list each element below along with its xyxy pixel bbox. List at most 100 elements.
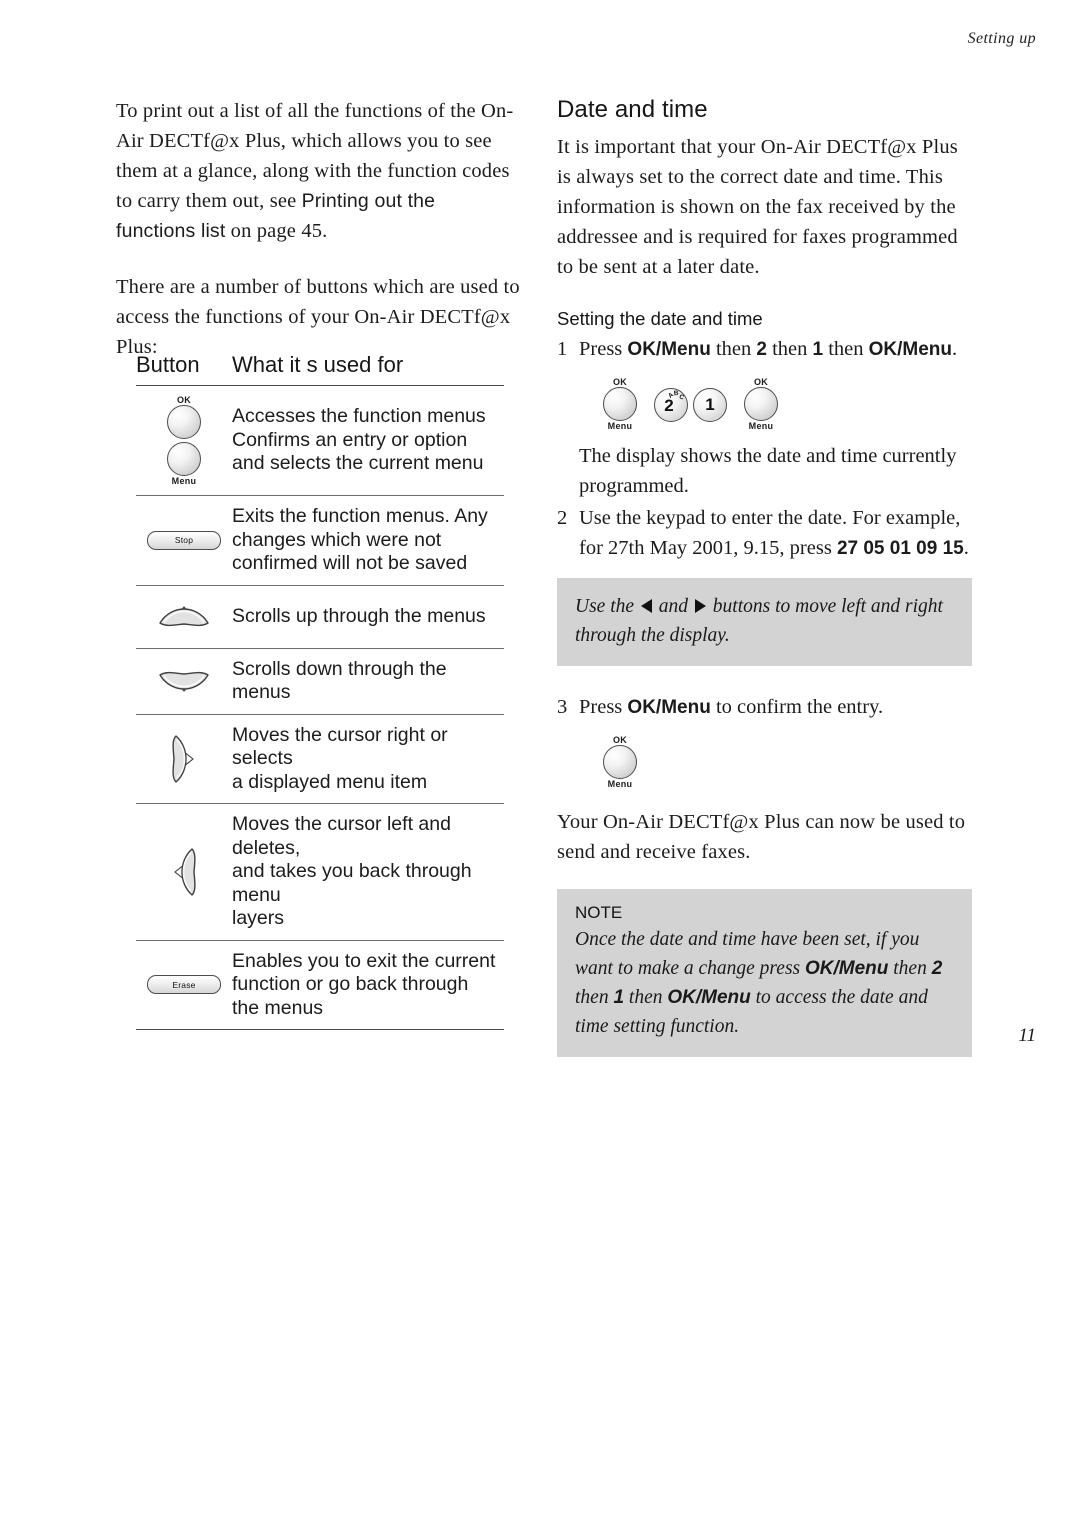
description-line: layers xyxy=(232,907,285,929)
description-line: changes which were not xyxy=(232,528,442,551)
note-text-part: then xyxy=(888,958,932,979)
table-header-usage: What it s used for xyxy=(232,352,404,377)
description-line: and selects the current menu xyxy=(232,452,484,475)
table-row: Scrolls up through the menus xyxy=(136,586,504,648)
document-page: Setting up To print out a list of all th… xyxy=(0,0,1080,1528)
erase-label: Erase xyxy=(172,979,196,990)
note-text-part: then xyxy=(575,987,614,1008)
tip-text-part: Use the xyxy=(575,596,639,617)
key-ok-menu: OK/Menu xyxy=(805,958,889,979)
subheading-setting-the-date-and-time: Setting the date and time xyxy=(557,308,763,329)
step-text-part: Press xyxy=(579,338,628,360)
paragraph-buttons-intro: There are a number of buttons which are … xyxy=(116,272,520,362)
key-digit: 1 xyxy=(705,395,715,414)
key-ok-menu: OK/Menu xyxy=(627,697,711,718)
note-text-part: then xyxy=(624,987,668,1008)
ok-menu-button-icon: OK Menu xyxy=(591,735,649,789)
step-3-key-sequence: OK Menu xyxy=(591,735,972,789)
menu-label: Menu xyxy=(607,779,633,789)
ok-menu-key-circle-icon xyxy=(603,745,637,779)
cursor-right-button-icon xyxy=(172,735,194,783)
paragraph-text-after: on page 45. xyxy=(225,220,328,242)
step-text: Press OK/Menu to confirm the entry. xyxy=(579,692,972,723)
table-cell-button xyxy=(136,845,232,899)
step-1-result-text: The display shows the date and time curr… xyxy=(579,445,957,497)
key-1: 1 xyxy=(812,339,824,360)
description-line: Moves the cursor right or selects xyxy=(232,723,448,770)
key-2: 2 xyxy=(756,339,767,360)
ok-label: OK xyxy=(612,735,628,745)
step-number: 1 xyxy=(557,338,568,360)
description-line: Scrolls up through the menus xyxy=(232,604,486,627)
menu-label: Menu xyxy=(607,421,633,431)
keypad-key-2: 2 A B C xyxy=(654,377,688,422)
note-label: NOTE xyxy=(575,903,623,922)
ok-menu-button-icon: OK Menu xyxy=(155,395,213,486)
step-text: Press OK/Menu then 2 then 1 then OK/Menu… xyxy=(579,334,972,365)
page-number: 11 xyxy=(1018,1025,1036,1046)
table-row: Stop Exits the function menus. Any chang… xyxy=(136,496,504,585)
paragraph-text: There are a number of buttons which are … xyxy=(116,276,520,358)
step-text-part: to confirm the entry. xyxy=(710,696,884,718)
description-line: Enables you to exit the current xyxy=(232,949,496,972)
keypad-key-1: 1 xyxy=(693,377,727,422)
paragraph-print-functions: To print out a list of all the functions… xyxy=(116,96,520,246)
left-column: To print out a list of all the functions… xyxy=(116,96,520,362)
step-1: 1 Press OK/Menu then 2 then 1 then OK/Me… xyxy=(557,334,972,365)
description-line: Moves the cursor left and deletes, xyxy=(232,813,451,859)
step-3: 3 Press OK/Menu to confirm the entry. xyxy=(557,692,972,723)
table-cell-button xyxy=(136,667,232,695)
table-cell-description: Exits the function menus. Any changes wh… xyxy=(232,505,504,576)
paragraph-date-time-intro: It is important that your On-Air DECTf@x… xyxy=(557,136,958,278)
key-1: 1 xyxy=(613,987,625,1008)
table-cell-description: Scrolls up through the menus xyxy=(232,605,504,629)
table-cell-button: OK Menu xyxy=(136,395,232,486)
description-line: a displayed menu item xyxy=(232,770,428,793)
note-text: Once the date and time have been set, if… xyxy=(575,925,954,1041)
step-text-part: . xyxy=(963,537,969,559)
note-box: NOTE Once the date and time have been se… xyxy=(557,889,972,1057)
stop-button-icon: Stop xyxy=(147,530,221,550)
table-cell-button xyxy=(136,603,232,631)
key-letters: A B C xyxy=(667,390,685,407)
description-line: confirmed will not be saved xyxy=(232,552,468,574)
key-ok-menu: OK/Menu xyxy=(627,339,711,360)
table-cell-button: Stop xyxy=(136,530,232,550)
step-text: Use the keypad to enter the date. For ex… xyxy=(579,503,972,564)
step-number: 2 xyxy=(557,507,568,529)
scroll-up-button-icon xyxy=(159,605,209,626)
ok-label: OK xyxy=(176,395,192,405)
numeric-key-icon: 2 A B C xyxy=(654,388,688,422)
menu-label: Menu xyxy=(748,421,774,431)
description-line: and takes you back through menu xyxy=(232,860,472,906)
table-row: OK Menu Accesses the function menus Conf… xyxy=(136,386,504,495)
description-line: Accesses the function menus xyxy=(232,405,486,428)
tip-text-part: and xyxy=(653,596,693,617)
table-row: Moves the cursor left and deletes, and t… xyxy=(136,804,504,940)
right-column: Date and time It is important that your … xyxy=(557,96,972,1057)
table-cell-description: Enables you to exit the current function… xyxy=(232,950,504,1021)
ok-label: OK xyxy=(612,377,628,387)
step-text-part: then xyxy=(823,338,869,360)
running-header: Setting up xyxy=(967,30,1036,47)
stop-label: Stop xyxy=(174,535,194,546)
table-header-button: Button xyxy=(136,352,200,377)
step-text-part: Press xyxy=(579,696,628,718)
paragraph-closing: Your On-Air DECTf@x Plus can now be used… xyxy=(557,811,966,863)
ok-menu-key-circle-icon xyxy=(744,387,778,421)
description-line: Scrolls down through the menus xyxy=(232,657,447,704)
tip-text: Use the and buttons to move left and rig… xyxy=(575,592,954,650)
erase-button-icon: Erase xyxy=(147,975,221,995)
numeric-key-icon: 1 xyxy=(693,388,727,422)
key-ok-menu: OK/Menu xyxy=(667,987,751,1008)
ok-label: OK xyxy=(753,377,769,387)
key-2: 2 xyxy=(931,958,943,979)
description-line: function or go back through xyxy=(232,973,469,995)
table-row: Moves the cursor right or selects a disp… xyxy=(136,715,504,804)
key-ok-menu: OK/Menu xyxy=(868,339,952,360)
step-text-part: then xyxy=(766,338,813,360)
triangle-right-icon xyxy=(694,599,706,613)
table-cell-description: Accesses the function menus Confirms an … xyxy=(232,405,504,476)
tip-box: Use the and buttons to move left and rig… xyxy=(557,578,972,666)
scroll-down-button-icon xyxy=(159,671,209,692)
